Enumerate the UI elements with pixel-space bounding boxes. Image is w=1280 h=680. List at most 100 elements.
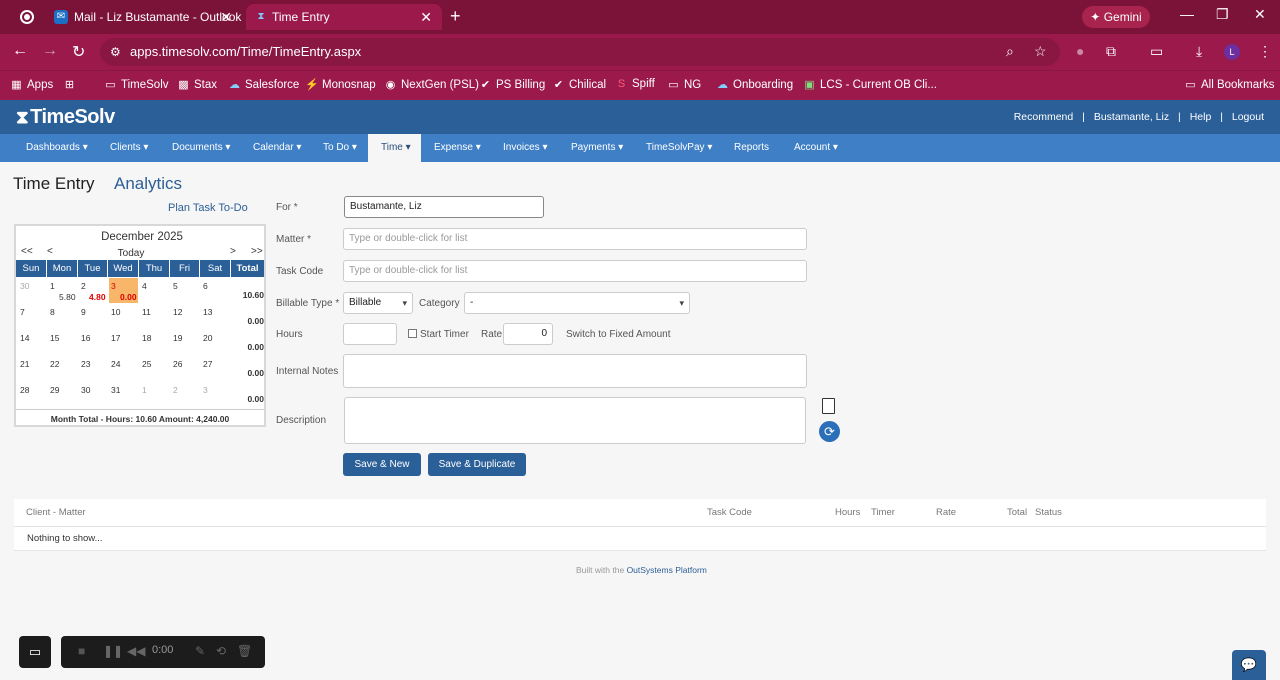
user-link[interactable]: Bustamante, Liz — [1094, 111, 1169, 123]
switch-fixed-link[interactable]: Switch to Fixed Amount — [566, 329, 671, 340]
rewind-icon[interactable]: ◀◀ — [127, 644, 145, 658]
nav-todo[interactable]: To Do ▾ — [323, 134, 357, 162]
column-header[interactable]: Total — [1007, 507, 1027, 518]
column-header[interactable]: Timer — [871, 507, 895, 518]
recommend-link[interactable]: Recommend — [1014, 111, 1074, 123]
all-bookmarks[interactable]: ▭ All Bookmarks — [1184, 78, 1274, 91]
camera-icon[interactable]: ▭ — [19, 636, 51, 668]
help-link[interactable]: Help — [1190, 111, 1212, 123]
matter-input[interactable]: Type or double-click for list — [343, 228, 807, 250]
close-tab-icon[interactable]: ✕ — [420, 4, 432, 30]
calendar-day[interactable]: 15 — [50, 333, 59, 343]
calendar-day[interactable]: 6 — [203, 281, 208, 291]
calendar-day[interactable]: 10 — [111, 307, 120, 317]
document-icon[interactable] — [822, 398, 835, 414]
outsystems-link[interactable]: OutSystems Platform — [627, 565, 707, 575]
bookmark-salesforce[interactable]: ☁ Salesforce — [228, 78, 299, 91]
nav-payments[interactable]: Payments ▾ — [571, 134, 623, 162]
reload-icon[interactable]: ↻ — [72, 42, 85, 62]
calendar-day[interactable]: 29 — [50, 385, 59, 395]
calendar-day[interactable]: 21 — [20, 359, 29, 369]
bookmark-lcs[interactable]: ▣ LCS - Current OB Cli... — [803, 78, 937, 91]
address-bar[interactable]: ⚙ apps.timesolv.com/Time/TimeEntry.aspx — [100, 38, 1060, 66]
restart-icon[interactable]: ⟲ — [216, 644, 226, 658]
calendar-day[interactable]: 4 — [142, 281, 147, 291]
internal-notes-textarea[interactable] — [343, 354, 807, 388]
nav-expense[interactable]: Expense ▾ — [434, 134, 481, 162]
calendar-day[interactable]: 7 — [20, 307, 25, 317]
minimize-icon[interactable]: — — [1180, 6, 1194, 22]
timesolv-logo[interactable]: ⧗ TimeSolv — [16, 106, 115, 129]
bookmark-nextgen[interactable]: ◉ NextGen (PSL) — [384, 78, 479, 91]
nav-reports[interactable]: Reports — [734, 134, 769, 162]
back-icon[interactable]: ← — [12, 42, 28, 60]
category-select[interactable]: - — [464, 292, 690, 314]
rate-input[interactable]: 0 — [503, 323, 553, 345]
calendar-day[interactable]: 2 — [173, 385, 178, 395]
calendar-day[interactable]: 9 — [81, 307, 86, 317]
calendar-day[interactable]: 31 — [111, 385, 120, 395]
profile-avatar[interactable]: L — [1224, 44, 1240, 60]
close-tab-icon[interactable]: ✕ — [220, 4, 232, 30]
maximize-icon[interactable]: ❐ — [1216, 6, 1229, 23]
bookmark-onboarding[interactable]: ☁ Onboarding — [716, 78, 793, 91]
forward-icon[interactable]: → — [42, 42, 58, 60]
description-textarea[interactable] — [344, 397, 806, 444]
calendar-day[interactable]: 30 — [20, 281, 29, 291]
calendar-day[interactable]: 5 — [173, 281, 178, 291]
next-year-button[interactable]: >> — [251, 246, 263, 257]
billable-type-select[interactable]: Billable — [343, 292, 413, 314]
calendar-day[interactable]: 23 — [81, 359, 90, 369]
draw-icon[interactable]: ✎ — [195, 644, 205, 658]
tab-time-entry[interactable]: ⧗ Time Entry ✕ — [246, 4, 442, 30]
menu-icon[interactable]: ⋮ — [1258, 43, 1272, 60]
extensions-icon[interactable]: ⧉ — [1106, 43, 1116, 60]
nav-calendar[interactable]: Calendar ▾ — [253, 134, 301, 162]
nav-clients[interactable]: Clients ▾ — [110, 134, 148, 162]
calendar-day[interactable]: 16 — [81, 333, 90, 343]
nav-timesolvpay[interactable]: TimeSolvPay ▾ — [646, 134, 712, 162]
calendar-day[interactable]: 13 — [203, 307, 212, 317]
calendar-day[interactable]: 27 — [203, 359, 212, 369]
next-month-button[interactable]: > — [230, 246, 236, 257]
calendar-day[interactable]: 3 — [203, 385, 208, 395]
nav-invoices[interactable]: Invoices ▾ — [503, 134, 548, 162]
tab-outlook[interactable]: ✉ Mail - Liz Bustamante - Outlook ✕ — [46, 4, 242, 30]
stop-icon[interactable]: ■ — [78, 644, 85, 658]
new-tab-icon[interactable]: + — [450, 6, 461, 27]
bookmark-ng[interactable]: ▭ NG — [667, 78, 701, 91]
nav-documents[interactable]: Documents ▾ — [172, 134, 230, 162]
chat-icon[interactable]: 💬 — [1232, 650, 1266, 680]
analytics-tab[interactable]: Analytics — [114, 174, 182, 194]
column-header[interactable]: Hours — [835, 507, 860, 518]
calendar-day[interactable]: 22 — [50, 359, 59, 369]
bookmark-timesolv[interactable]: ▭ TimeSolv — [104, 78, 168, 91]
calendar-day[interactable]: 28 — [20, 385, 29, 395]
bookmark-grid[interactable]: ⊞ — [63, 78, 80, 91]
close-window-icon[interactable]: ✕ — [1254, 6, 1266, 23]
trash-icon[interactable]: 🗑 — [237, 644, 252, 658]
zoom-icon[interactable]: ⌕ — [1006, 43, 1014, 60]
calendar-day[interactable]: 30 — [81, 385, 90, 395]
bookmark-apps[interactable]: ▦ Apps — [10, 78, 53, 91]
today-button[interactable]: Today — [16, 248, 246, 259]
calendar-day[interactable]: 2 — [81, 281, 86, 291]
bookmark-star-icon[interactable]: ☆ — [1034, 43, 1047, 60]
logout-link[interactable]: Logout — [1232, 111, 1264, 123]
calendar-day[interactable]: 17 — [111, 333, 120, 343]
cast-icon[interactable]: ▭ — [1150, 43, 1163, 60]
download-icon[interactable]: ⤓ — [1196, 43, 1202, 60]
calendar-day[interactable]: 25 — [142, 359, 151, 369]
column-header[interactable]: Task Code — [707, 507, 752, 518]
column-header[interactable]: Rate — [936, 507, 956, 518]
nav-dashboards[interactable]: Dashboards ▾ — [26, 134, 88, 162]
for-field[interactable]: Bustamante, Liz — [344, 196, 544, 218]
pause-icon[interactable]: ❚❚ — [103, 644, 123, 658]
refresh-icon[interactable]: ⟳ — [819, 421, 840, 442]
calendar-day[interactable]: 1 — [50, 281, 55, 291]
calendar-day[interactable]: 1 — [142, 385, 147, 395]
recording-icon[interactable] — [20, 10, 34, 24]
hours-input[interactable] — [343, 323, 397, 345]
bookmark-stax[interactable]: ▩ Stax — [177, 78, 217, 91]
calendar-day[interactable]: 20 — [203, 333, 212, 343]
